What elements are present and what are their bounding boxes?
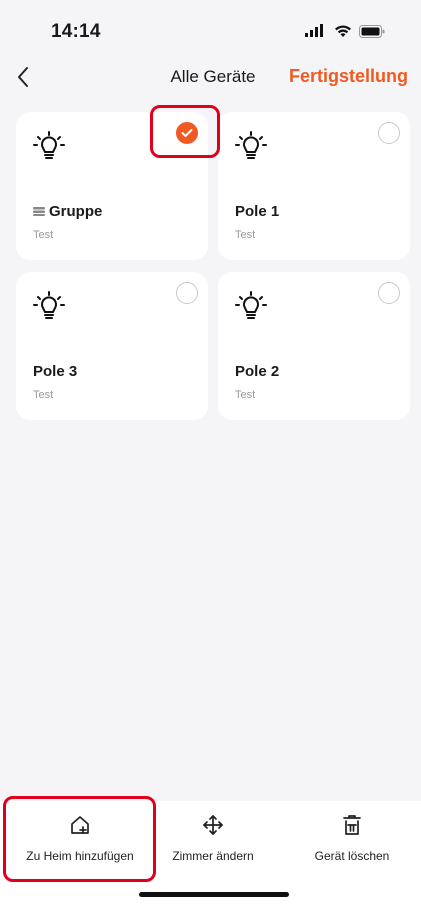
device-name: Pole 1 bbox=[235, 203, 280, 220]
done-button[interactable]: Fertigstellung bbox=[289, 66, 408, 87]
signal-icon bbox=[305, 24, 327, 43]
delete-device-label: Gerät löschen bbox=[314, 849, 390, 863]
bulb-icon bbox=[235, 291, 267, 319]
bulb-icon bbox=[33, 131, 65, 159]
wifi-icon bbox=[334, 24, 352, 43]
status-time: 14:14 bbox=[51, 21, 101, 42]
device-card-pole-1[interactable]: Pole 1 Test bbox=[218, 112, 410, 260]
device-room: Test bbox=[235, 229, 256, 241]
device-name-label: Gruppe bbox=[49, 203, 103, 220]
bulb-icon bbox=[235, 131, 267, 159]
group-icon bbox=[33, 207, 45, 216]
change-room-button[interactable]: Zimmer ändern bbox=[143, 813, 283, 863]
device-card-pole-2[interactable]: Pole 2 Test bbox=[218, 272, 410, 420]
change-room-label: Zimmer ändern bbox=[172, 849, 254, 863]
device-card-gruppe[interactable]: Gruppe Test bbox=[16, 112, 208, 260]
add-to-home-button[interactable]: Zu Heim hinzufügen bbox=[10, 813, 150, 863]
bulb-icon bbox=[33, 291, 65, 319]
device-name: Pole 3 bbox=[33, 363, 78, 380]
device-name: Pole 2 bbox=[235, 363, 280, 380]
status-icons bbox=[305, 24, 385, 43]
select-checkbox[interactable] bbox=[378, 282, 400, 304]
select-checkbox[interactable] bbox=[378, 122, 400, 144]
device-room: Test bbox=[33, 229, 54, 241]
battery-icon bbox=[359, 24, 385, 43]
bottom-action-bar: Zu Heim hinzufügen Zimmer ändern Gerät l… bbox=[0, 801, 421, 904]
status-bar: 14:14 bbox=[0, 0, 421, 62]
move-icon bbox=[203, 815, 223, 835]
select-checkbox[interactable] bbox=[176, 282, 198, 304]
home-indicator bbox=[139, 892, 289, 897]
trash-icon bbox=[343, 815, 361, 835]
add-to-home-label: Zu Heim hinzufügen bbox=[26, 849, 134, 863]
device-room: Test bbox=[33, 389, 54, 401]
delete-device-button[interactable]: Gerät löschen bbox=[282, 813, 421, 863]
device-name: Gruppe bbox=[33, 203, 102, 220]
check-icon bbox=[181, 129, 193, 137]
nav-bar: Alle Geräte Fertigstellung bbox=[0, 62, 421, 92]
home-add-icon bbox=[71, 816, 89, 834]
device-room: Test bbox=[235, 389, 256, 401]
device-card-pole-3[interactable]: Pole 3 Test bbox=[16, 272, 208, 420]
selected-checkbox[interactable] bbox=[176, 122, 198, 144]
